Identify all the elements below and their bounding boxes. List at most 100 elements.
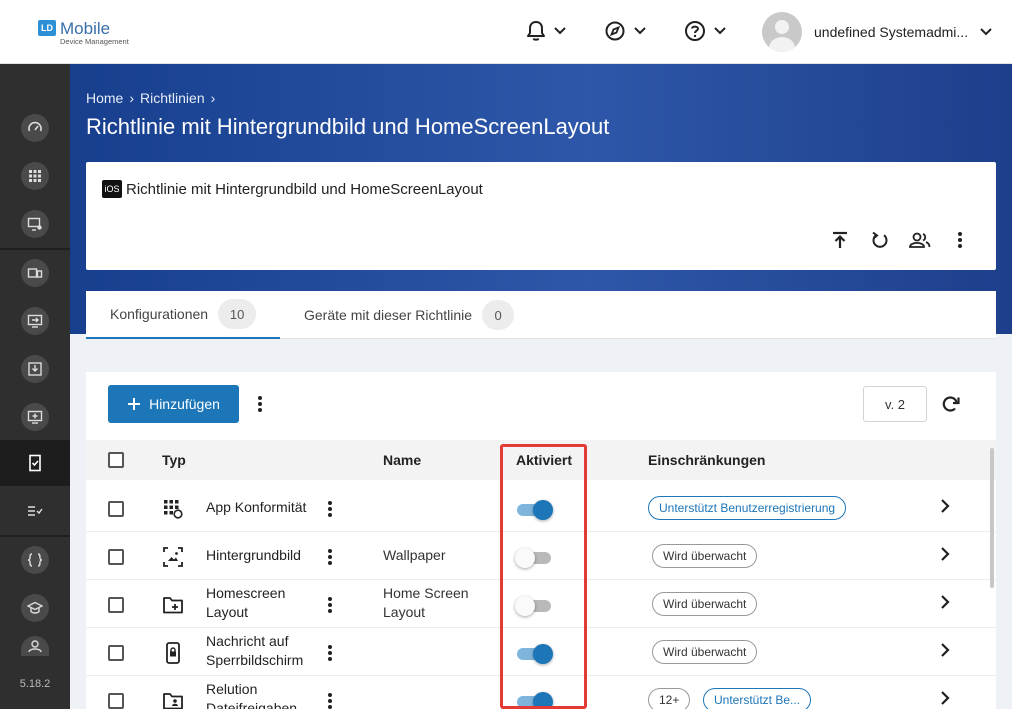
row-checkbox[interactable] (108, 501, 124, 517)
braces-icon (27, 553, 43, 567)
undo-icon (872, 231, 888, 248)
row-name-label: Home Screen Layout (383, 585, 469, 620)
chevron-down-icon (714, 27, 726, 35)
chevron-right-icon[interactable] (940, 691, 950, 705)
chevron-right-icon[interactable] (940, 595, 950, 609)
user-name: undefined Systemadmi... (814, 24, 969, 40)
chevron-right-icon[interactable] (940, 499, 950, 513)
tab-devices-with-policy[interactable]: Geräte mit dieser Richtlinie 0 (304, 291, 515, 339)
more-vertical-icon (258, 396, 262, 412)
user-menu[interactable]: undefined Systemadmi... (762, 12, 992, 52)
table-row[interactable]: Homescreen Layout Home Screen Layout Wird … (86, 580, 996, 628)
logo-subtitle: Device Management (60, 37, 129, 46)
app-grid-icon (29, 170, 41, 182)
row-type-label: Hintergrundbild (206, 547, 301, 563)
column-header-restrictions[interactable]: Einschränkungen (648, 452, 765, 468)
chevron-down-icon (554, 27, 566, 35)
sidebar-item-code[interactable] (0, 537, 70, 583)
reset-button[interactable] (866, 226, 894, 254)
row-more-button[interactable] (322, 548, 338, 566)
enabled-toggle[interactable] (515, 691, 553, 709)
monitor-star-icon (27, 217, 42, 231)
enabled-toggle[interactable] (515, 595, 553, 616)
help-button[interactable] (684, 20, 726, 42)
more-options-button[interactable] (946, 226, 974, 254)
logo-title: Mobile (60, 19, 111, 38)
user-icon (28, 640, 42, 652)
version-select[interactable]: v. 2 (863, 386, 927, 422)
row-more-button[interactable] (322, 596, 338, 614)
tab-count-badge: 0 (482, 300, 515, 330)
select-all-checkbox[interactable] (108, 452, 124, 468)
enabled-toggle[interactable] (515, 547, 553, 568)
row-more-button[interactable] (322, 500, 338, 518)
column-header-name[interactable]: Name (383, 452, 421, 468)
column-header-type[interactable]: Typ (162, 452, 186, 468)
tab-count-badge: 10 (218, 299, 257, 329)
row-checkbox[interactable] (108, 693, 124, 709)
tab-configurations[interactable]: Konfigurationen 10 (86, 291, 280, 339)
sidebar-item-apps[interactable] (0, 153, 70, 199)
sidebar-item-enrollment[interactable] (0, 298, 70, 344)
table-row[interactable]: App Konformität Unterstützt Benutzerregi… (86, 484, 996, 532)
sidebar-item-app-store[interactable] (0, 201, 70, 247)
refresh-button[interactable] (941, 394, 961, 419)
row-type-label: Nachricht auf Sperrbildschirm (206, 633, 304, 668)
enabled-toggle[interactable] (515, 499, 553, 520)
monitor-plus-icon (27, 410, 43, 424)
row-checkbox[interactable] (108, 645, 124, 661)
row-name-label: Wallpaper (383, 547, 446, 563)
notifications-button[interactable] (526, 20, 566, 42)
row-more-button[interactable] (322, 644, 338, 662)
row-checkbox[interactable] (108, 597, 124, 613)
refresh-icon (942, 396, 960, 412)
breadcrumb-policies[interactable]: Richtlinien (140, 90, 205, 106)
download-icon (28, 362, 42, 376)
devices-icon (27, 268, 43, 278)
chevron-right-icon[interactable] (940, 643, 950, 657)
compass-icon (605, 21, 625, 41)
column-header-enabled[interactable]: Aktiviert (516, 452, 572, 468)
upload-icon (833, 231, 847, 248)
sidebar-item-downloads[interactable] (0, 346, 70, 392)
more-vertical-icon (328, 645, 332, 661)
plus-icon (128, 398, 141, 410)
table-scrollbar[interactable] (990, 448, 994, 588)
table-row[interactable]: Relution Dateifreigaben 12+ Unterstützt B… (86, 676, 996, 709)
toolbar-more-button[interactable] (250, 394, 270, 414)
chevron-right-icon[interactable] (940, 547, 950, 561)
assign-users-button[interactable] (906, 226, 934, 254)
table-header: Typ Name Aktiviert Einschränkungen (86, 440, 996, 480)
row-more-button[interactable] (322, 692, 338, 709)
row-checkbox[interactable] (108, 549, 124, 565)
app-logo[interactable]: LD Mobile Device Management (38, 20, 129, 46)
enabled-toggle[interactable] (515, 643, 553, 664)
restriction-chip: 12+ (648, 688, 691, 709)
sidebar-item-policies[interactable] (0, 440, 70, 486)
tab-label: Geräte mit dieser Richtlinie (304, 307, 473, 323)
sidebar-item-education[interactable] (0, 585, 70, 631)
table-row[interactable]: Hintergrundbild Wallpaper Wird überwacht (86, 532, 996, 580)
more-vertical-icon (328, 549, 332, 565)
sidebar-item-compliance[interactable] (0, 488, 70, 534)
restriction-chip: Wird überwacht (652, 544, 758, 568)
chevron-down-icon (980, 28, 992, 36)
sidebar-item-devices[interactable] (0, 250, 70, 296)
sidebar-item-add-device[interactable] (0, 394, 70, 440)
explore-button[interactable] (604, 20, 646, 42)
publish-button[interactable] (826, 226, 854, 254)
folder-plus-icon (162, 594, 184, 616)
add-button[interactable]: Hinzufügen (108, 385, 239, 423)
policy-name: Richtlinie mit Hintergrundbild und HomeS… (126, 181, 483, 198)
restriction-chip: Wird überwacht (652, 640, 758, 664)
table-row[interactable]: Nachricht auf Sperrbildschirm Wird überwa… (86, 628, 996, 676)
chevron-down-icon (634, 27, 646, 35)
more-vertical-icon (328, 501, 332, 517)
sidebar-item-users[interactable] (0, 633, 70, 659)
sidebar-item-dashboard[interactable] (0, 105, 70, 151)
top-bar: LD Mobile Device Management undefined Sy… (0, 0, 1012, 64)
breadcrumb: Home › Richtlinien › (86, 90, 215, 106)
breadcrumb-home[interactable]: Home (86, 90, 123, 106)
graduation-cap-icon (27, 601, 43, 614)
app-version: 5.18.2 (19, 678, 51, 690)
